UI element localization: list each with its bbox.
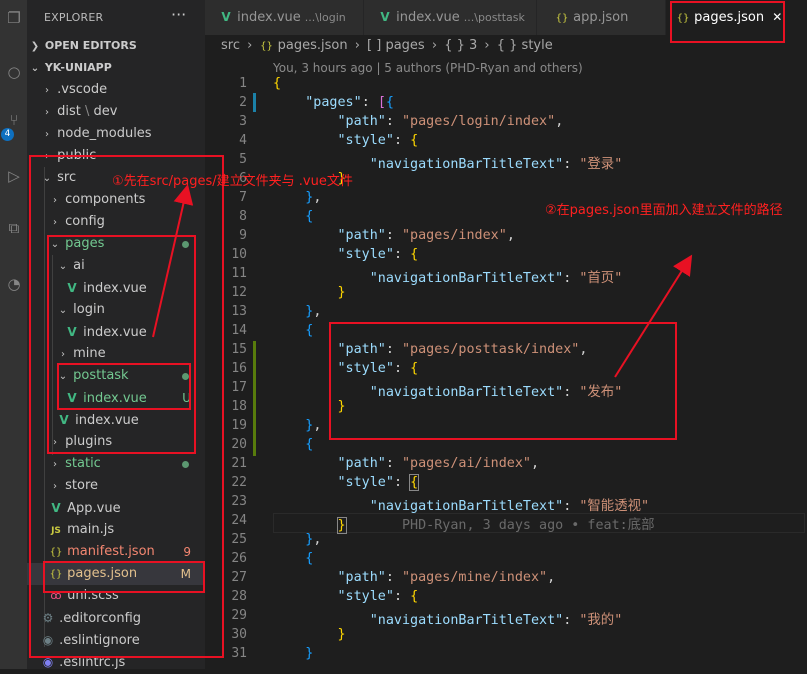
annotation-arrow-2 bbox=[614, 254, 693, 378]
annotation-arrow-1 bbox=[152, 184, 194, 338]
annotation-arrows bbox=[152, 184, 693, 378]
